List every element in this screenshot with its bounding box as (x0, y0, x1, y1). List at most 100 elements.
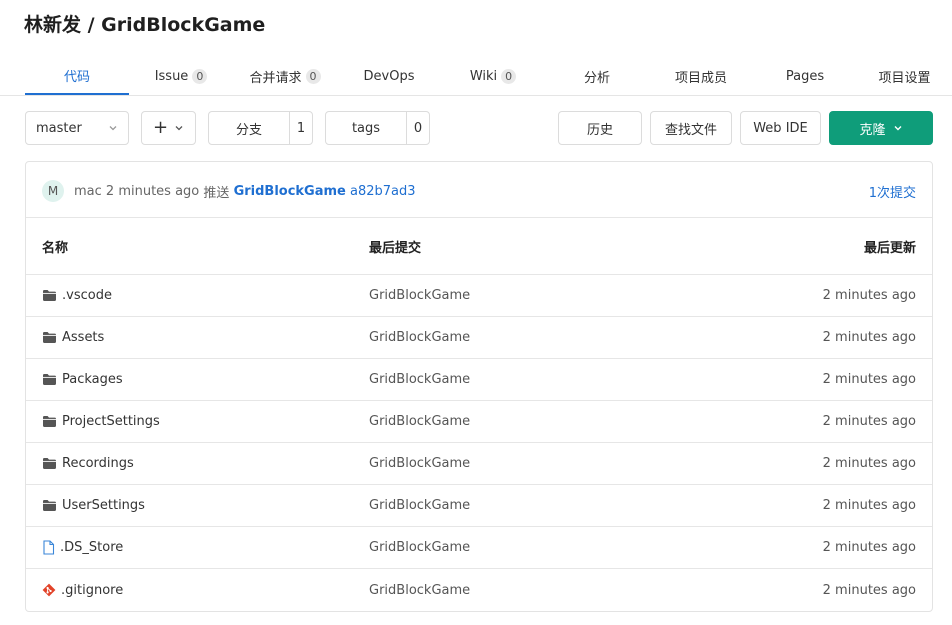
file-name-cell: Packages (42, 359, 123, 400)
tab-code[interactable]: 代码 (25, 58, 129, 95)
table-row[interactable]: UserSettings GridBlockGame 2 minutes ago (26, 485, 932, 527)
last-commit-cell[interactable]: GridBlockGame (369, 443, 470, 484)
column-header-last-update: 最后更新 (863, 240, 916, 256)
tab-label: 合并请求 (249, 71, 302, 86)
branch-select-value: master (36, 120, 82, 136)
last-commit-cell[interactable]: GridBlockGame (369, 275, 470, 316)
file-name-cell: .vscode (42, 275, 112, 316)
tab-wiki[interactable]: Wiki 0 (441, 58, 545, 95)
branches-count: 1 (296, 120, 306, 136)
plus-icon: + (152, 117, 169, 138)
column-header-last-commit: 最后提交 (369, 240, 422, 256)
tab-label: 项目设置 (878, 71, 931, 86)
commit-time: 2 minutes ago (105, 183, 200, 199)
git-icon (42, 583, 56, 597)
branch-select[interactable]: master (25, 111, 129, 145)
find-file-button[interactable]: 查找文件 (650, 111, 732, 145)
avatar: M (42, 180, 64, 202)
file-name-cell: .gitignore (42, 569, 123, 611)
last-update-cell: 2 minutes ago (822, 414, 916, 429)
web-ide-button[interactable]: Web IDE (740, 111, 821, 145)
last-commit-cell[interactable]: GridBlockGame (369, 401, 470, 442)
folder-icon (43, 458, 56, 469)
last-update-cell: 2 minutes ago (822, 288, 916, 303)
file-name-link[interactable]: .DS_Store (60, 540, 123, 555)
table-row[interactable]: Packages GridBlockGame 2 minutes ago (26, 359, 932, 401)
folder-icon (43, 332, 56, 343)
table-row[interactable]: .gitignore GridBlockGame 2 minutes ago (26, 569, 932, 611)
tab-label: Wiki (469, 69, 498, 84)
last-commit-cell[interactable]: GridBlockGame (369, 359, 470, 400)
tab-members[interactable]: 项目成员 (649, 58, 753, 95)
tab-label: 项目成员 (674, 71, 727, 86)
table-row[interactable]: .vscode GridBlockGame 2 minutes ago (26, 275, 932, 317)
tab-label: 代码 (63, 70, 90, 85)
last-commit-cell[interactable]: GridBlockGame (369, 317, 470, 358)
last-commit-bar: M mac 2 minutes ago 推送 GridBlockGame a82… (26, 162, 932, 218)
commit-summary: mac 2 minutes ago 推送 GridBlockGame a82b7… (74, 180, 416, 202)
history-button[interactable]: 历史 (558, 111, 642, 145)
commit-sha-link[interactable]: a82b7ad3 (350, 184, 416, 199)
file-icon (43, 540, 55, 555)
column-header-name: 名称 (42, 240, 69, 256)
file-name-cell: ProjectSettings (42, 401, 160, 442)
add-dropdown-button[interactable]: + (141, 111, 196, 145)
tab-merge-requests[interactable]: 合并请求 0 (233, 58, 337, 95)
file-name-link[interactable]: Assets (62, 330, 104, 345)
file-name-link[interactable]: ProjectSettings (62, 414, 160, 429)
tags-button[interactable]: tags 0 (325, 111, 430, 145)
folder-icon (43, 416, 56, 427)
tab-label: Pages (785, 69, 825, 84)
last-update-cell: 2 minutes ago (822, 540, 916, 555)
tab-label: 分析 (583, 71, 610, 86)
last-update-cell: 2 minutes ago (822, 330, 916, 345)
last-commit-cell[interactable]: GridBlockGame (369, 569, 470, 611)
commit-author: mac (74, 183, 102, 199)
chevron-down-icon (894, 126, 901, 131)
issue-count-badge: 0 (192, 69, 208, 84)
folder-icon (43, 500, 56, 511)
file-name-cell: .DS_Store (42, 527, 123, 568)
file-name-cell: Recordings (42, 443, 134, 484)
chevron-down-icon (109, 126, 117, 131)
tab-pages[interactable]: Pages (753, 58, 857, 95)
last-update-cell: 2 minutes ago (822, 498, 916, 513)
file-name-cell: UserSettings (42, 485, 145, 526)
folder-icon (43, 374, 56, 385)
clone-button-label: 克隆 (859, 122, 886, 138)
folder-icon (43, 290, 56, 301)
table-row[interactable]: Recordings GridBlockGame 2 minutes ago (26, 443, 932, 485)
last-commit-cell[interactable]: GridBlockGame (369, 485, 470, 526)
table-row[interactable]: .DS_Store GridBlockGame 2 minutes ago (26, 527, 932, 569)
file-name-link[interactable]: .vscode (62, 288, 112, 303)
file-browser-panel: M mac 2 minutes ago 推送 GridBlockGame a82… (25, 161, 933, 612)
tab-issue[interactable]: Issue 0 (129, 58, 233, 95)
file-name-cell: Assets (42, 317, 104, 358)
file-name-link[interactable]: .gitignore (61, 583, 123, 598)
table-row[interactable]: Assets GridBlockGame 2 minutes ago (26, 317, 932, 359)
branches-button[interactable]: 分支 1 (208, 111, 313, 145)
chevron-down-icon (175, 126, 183, 131)
commit-action: 推送 (203, 185, 230, 201)
tab-label: Issue (154, 69, 189, 84)
commit-count-link[interactable]: 1次提交 (869, 180, 916, 202)
table-row[interactable]: ProjectSettings GridBlockGame 2 minutes ag… (26, 401, 932, 443)
tab-analytics[interactable]: 分析 (545, 58, 649, 95)
table-header: 名称 最后提交 最后更新 (26, 218, 932, 275)
clone-button[interactable]: 克隆 (829, 111, 933, 145)
file-name-link[interactable]: Packages (62, 372, 123, 387)
last-update-cell: 2 minutes ago (822, 456, 916, 471)
commit-message-link[interactable]: GridBlockGame (234, 184, 346, 199)
merge-count-badge: 0 (305, 69, 321, 84)
wiki-count-badge: 0 (501, 69, 517, 84)
last-update-cell: 2 minutes ago (822, 372, 916, 387)
branches-label: 分支 (209, 112, 290, 144)
last-commit-cell[interactable]: GridBlockGame (369, 527, 470, 568)
file-name-link[interactable]: Recordings (62, 456, 134, 471)
page-title: 林新发 / GridBlockGame (24, 14, 266, 36)
tab-devops[interactable]: DevOps (337, 58, 441, 95)
file-name-link[interactable]: UserSettings (62, 498, 145, 513)
project-tabs: 代码 Issue 0 合并请求 0 DevOps Wiki 0 分析 项目成员 Pag… (0, 58, 952, 96)
tab-label: DevOps (363, 69, 415, 84)
tab-project-settings[interactable]: 项目设置 (857, 58, 952, 95)
